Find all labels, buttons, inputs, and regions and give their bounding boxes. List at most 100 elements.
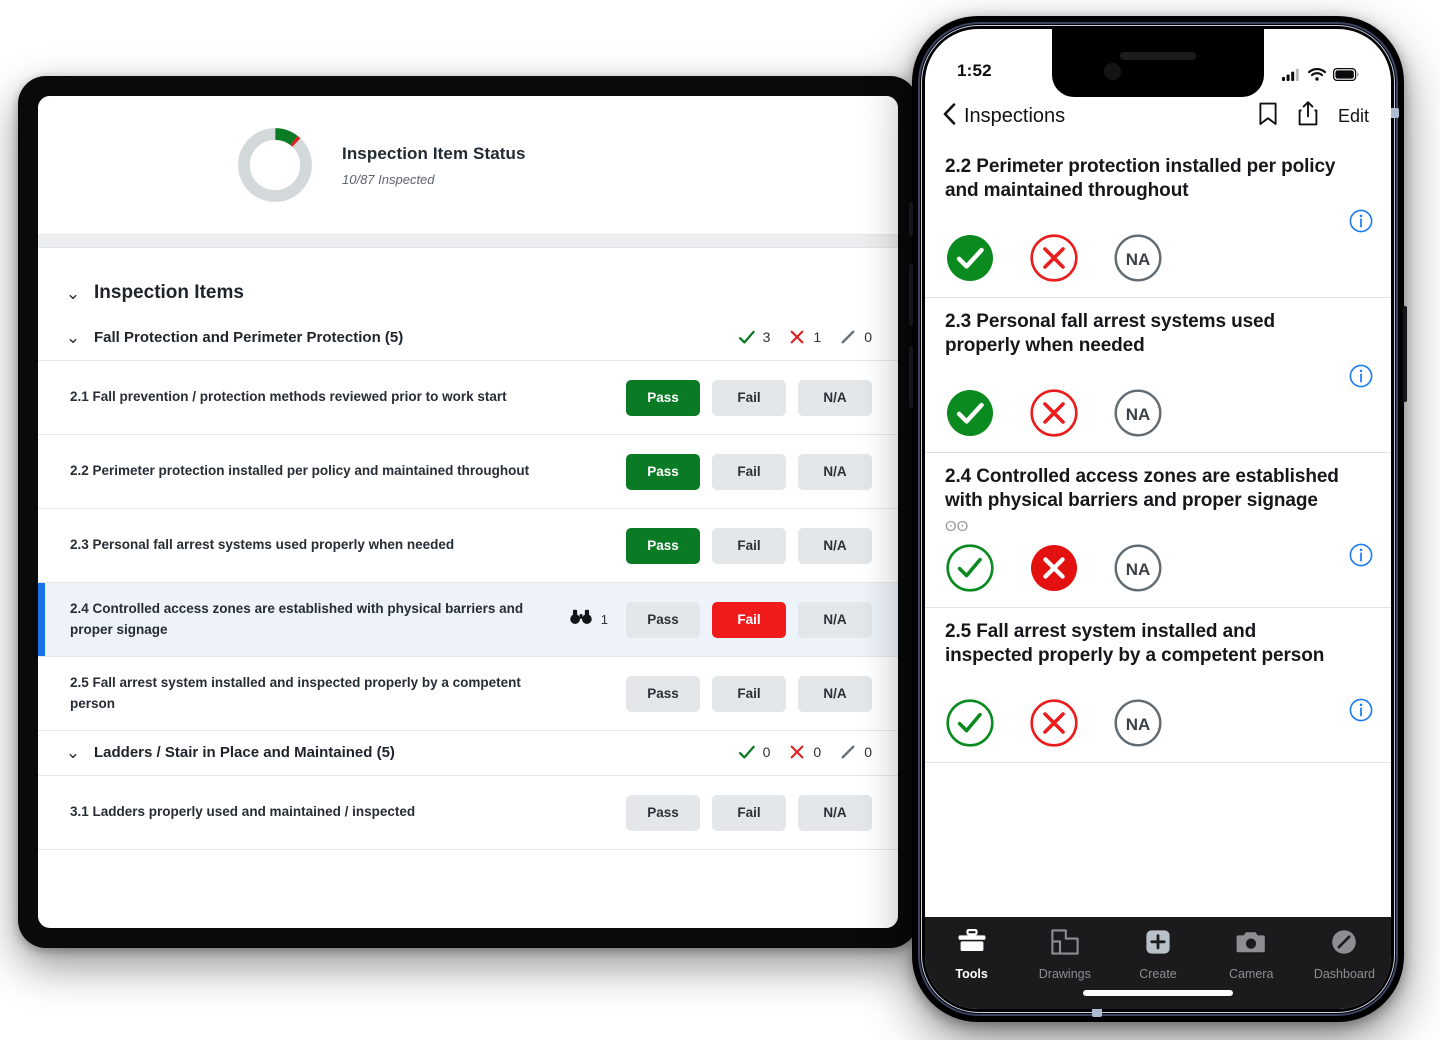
phone-volume-down-button[interactable] (909, 346, 913, 408)
na-button[interactable]: N/A (798, 379, 872, 416)
item-list-ladders: 3.1 Ladders properly used and maintained… (38, 775, 898, 850)
pass-button[interactable]: Pass (626, 453, 700, 490)
tablet-screen: Inspection Item Status 10/87 Inspected ⌄… (38, 96, 898, 928)
item-description: 2.4 Controlled access zones are establis… (70, 601, 524, 637)
na-choice[interactable]: NA (1113, 543, 1163, 593)
info-icon[interactable] (1349, 364, 1373, 388)
table-row-selected[interactable]: 2.4 Controlled access zones are establis… (38, 583, 898, 657)
table-row[interactable]: 2.5 Fall arrest system installed and ins… (38, 657, 898, 731)
pass-fail-na-group: Pass Fail N/A (626, 453, 872, 490)
phone-power-button[interactable] (1403, 306, 1407, 402)
group-header-fall-protection[interactable]: ⌄ Fall Protection and Perimeter Protecti… (38, 316, 898, 360)
item-description: 2.1 Fall prevention / protection methods… (70, 389, 507, 405)
pass-button[interactable]: Pass (626, 379, 700, 416)
phone-inspection-item-list[interactable]: 2.2 Perimeter protection installed per p… (925, 143, 1391, 917)
item-description: 2.5 Fall arrest system installed and ins… (70, 675, 521, 711)
info-icon[interactable] (1349, 209, 1373, 233)
fail-button[interactable]: Fail (712, 601, 786, 638)
pass-choice-selected[interactable] (945, 388, 995, 438)
fail-choice[interactable] (1029, 233, 1079, 283)
fail-choice[interactable] (1029, 388, 1079, 438)
x-icon (788, 328, 806, 346)
stat-fail-value: 0 (813, 744, 822, 760)
plus-square-icon (1144, 929, 1172, 960)
list-item[interactable]: 2.4 Controlled access zones are establis… (925, 453, 1391, 608)
fail-choice[interactable] (1029, 698, 1079, 748)
share-icon[interactable] (1298, 101, 1318, 131)
slash-icon (839, 743, 857, 761)
item-description: 2.4 Controlled access zones are establis… (945, 465, 1339, 511)
status-bar-time: 1:52 (957, 61, 992, 80)
table-row[interactable]: 2.1 Fall prevention / protection methods… (38, 361, 898, 435)
group-stats: 3 1 0 (726, 328, 872, 346)
stat-fail: 1 (788, 328, 821, 346)
tab-drawings[interactable]: Drawings (1018, 929, 1111, 981)
tab-tools[interactable]: Tools (925, 928, 1018, 981)
fail-button[interactable]: Fail (712, 379, 786, 416)
edit-button[interactable]: Edit (1338, 106, 1369, 127)
screenshot-stage: Inspection Item Status 10/87 Inspected ⌄… (0, 0, 1440, 1040)
na-button[interactable]: N/A (798, 453, 872, 490)
item-description: 2.3 Personal fall arrest systems used pr… (70, 537, 455, 553)
phone-screen: 1:52 Inspections Edit 2.2 Perimeter prot… (925, 29, 1391, 1009)
inspection-items-section-header[interactable]: ⌄ Inspection Items (38, 248, 898, 316)
fail-button[interactable]: Fail (712, 453, 786, 490)
pass-choice[interactable] (945, 543, 995, 593)
svg-text:NA: NA (1126, 560, 1151, 579)
na-button[interactable]: N/A (798, 527, 872, 564)
na-button[interactable]: N/A (798, 601, 872, 638)
stat-pass: 3 (738, 328, 770, 346)
pass-fail-na-group: Pass Fail N/A (626, 527, 872, 564)
svg-text:NA: NA (1126, 715, 1151, 734)
fail-choice-selected[interactable] (1029, 543, 1079, 593)
x-icon (788, 743, 806, 761)
na-button[interactable]: N/A (798, 794, 872, 831)
group-header-ladders[interactable]: ⌄ Ladders / Stair in Place and Maintaine… (38, 731, 898, 775)
phone-silent-switch[interactable] (909, 202, 913, 236)
fail-button[interactable]: Fail (712, 794, 786, 831)
pass-button[interactable]: Pass (626, 601, 700, 638)
tab-camera[interactable]: Camera (1205, 929, 1298, 981)
tab-create[interactable]: Create (1111, 929, 1204, 981)
na-choice[interactable]: NA (1113, 233, 1163, 283)
info-icon[interactable] (1349, 698, 1373, 722)
cellular-signal-icon (1282, 68, 1301, 81)
header-divider (38, 234, 898, 248)
bookmark-icon[interactable] (1258, 102, 1278, 131)
pass-choice[interactable] (945, 698, 995, 748)
observation-count: 1 (600, 612, 608, 627)
fail-button[interactable]: Fail (712, 527, 786, 564)
home-indicator (1083, 990, 1233, 996)
observation-indicator[interactable]: 1 (570, 609, 626, 630)
tab-dashboard[interactable]: Dashboard (1298, 929, 1391, 981)
table-row[interactable]: 2.3 Personal fall arrest systems used pr… (38, 509, 898, 583)
chevron-left-icon (943, 102, 956, 130)
pass-button[interactable]: Pass (626, 527, 700, 564)
status-bar: 1:52 (925, 29, 1391, 89)
list-item[interactable]: 2.5 Fall arrest system installed and ins… (925, 608, 1391, 763)
stat-na: 0 (839, 743, 872, 761)
stat-pass: 0 (738, 743, 770, 761)
list-item[interactable]: 2.2 Perimeter protection installed per p… (925, 143, 1391, 298)
na-choice[interactable]: NA (1113, 698, 1163, 748)
pass-button[interactable]: Pass (626, 794, 700, 831)
slash-icon (839, 328, 857, 346)
pass-button[interactable]: Pass (626, 675, 700, 712)
pass-choice-selected[interactable] (945, 233, 995, 283)
pass-fail-na-group: NA (945, 233, 1371, 283)
binoculars-icon (570, 609, 592, 630)
tab-label: Drawings (1038, 967, 1091, 981)
back-button[interactable]: Inspections (943, 102, 1065, 130)
table-row[interactable]: 2.2 Perimeter protection installed per p… (38, 435, 898, 509)
na-choice[interactable]: NA (1113, 388, 1163, 438)
fail-button[interactable]: Fail (712, 675, 786, 712)
item-list-fall-protection: 2.1 Fall prevention / protection methods… (38, 360, 898, 731)
phone-volume-up-button[interactable] (909, 264, 913, 326)
list-item[interactable]: 2.3 Personal fall arrest systems used pr… (925, 298, 1391, 453)
table-row[interactable]: 3.1 Ladders properly used and maintained… (38, 776, 898, 850)
chevron-down-icon: ⌄ (65, 283, 81, 303)
info-icon[interactable] (1349, 543, 1373, 567)
pass-fail-na-group: NA (945, 388, 1371, 438)
tab-label: Dashboard (1313, 967, 1375, 981)
na-button[interactable]: N/A (798, 675, 872, 712)
